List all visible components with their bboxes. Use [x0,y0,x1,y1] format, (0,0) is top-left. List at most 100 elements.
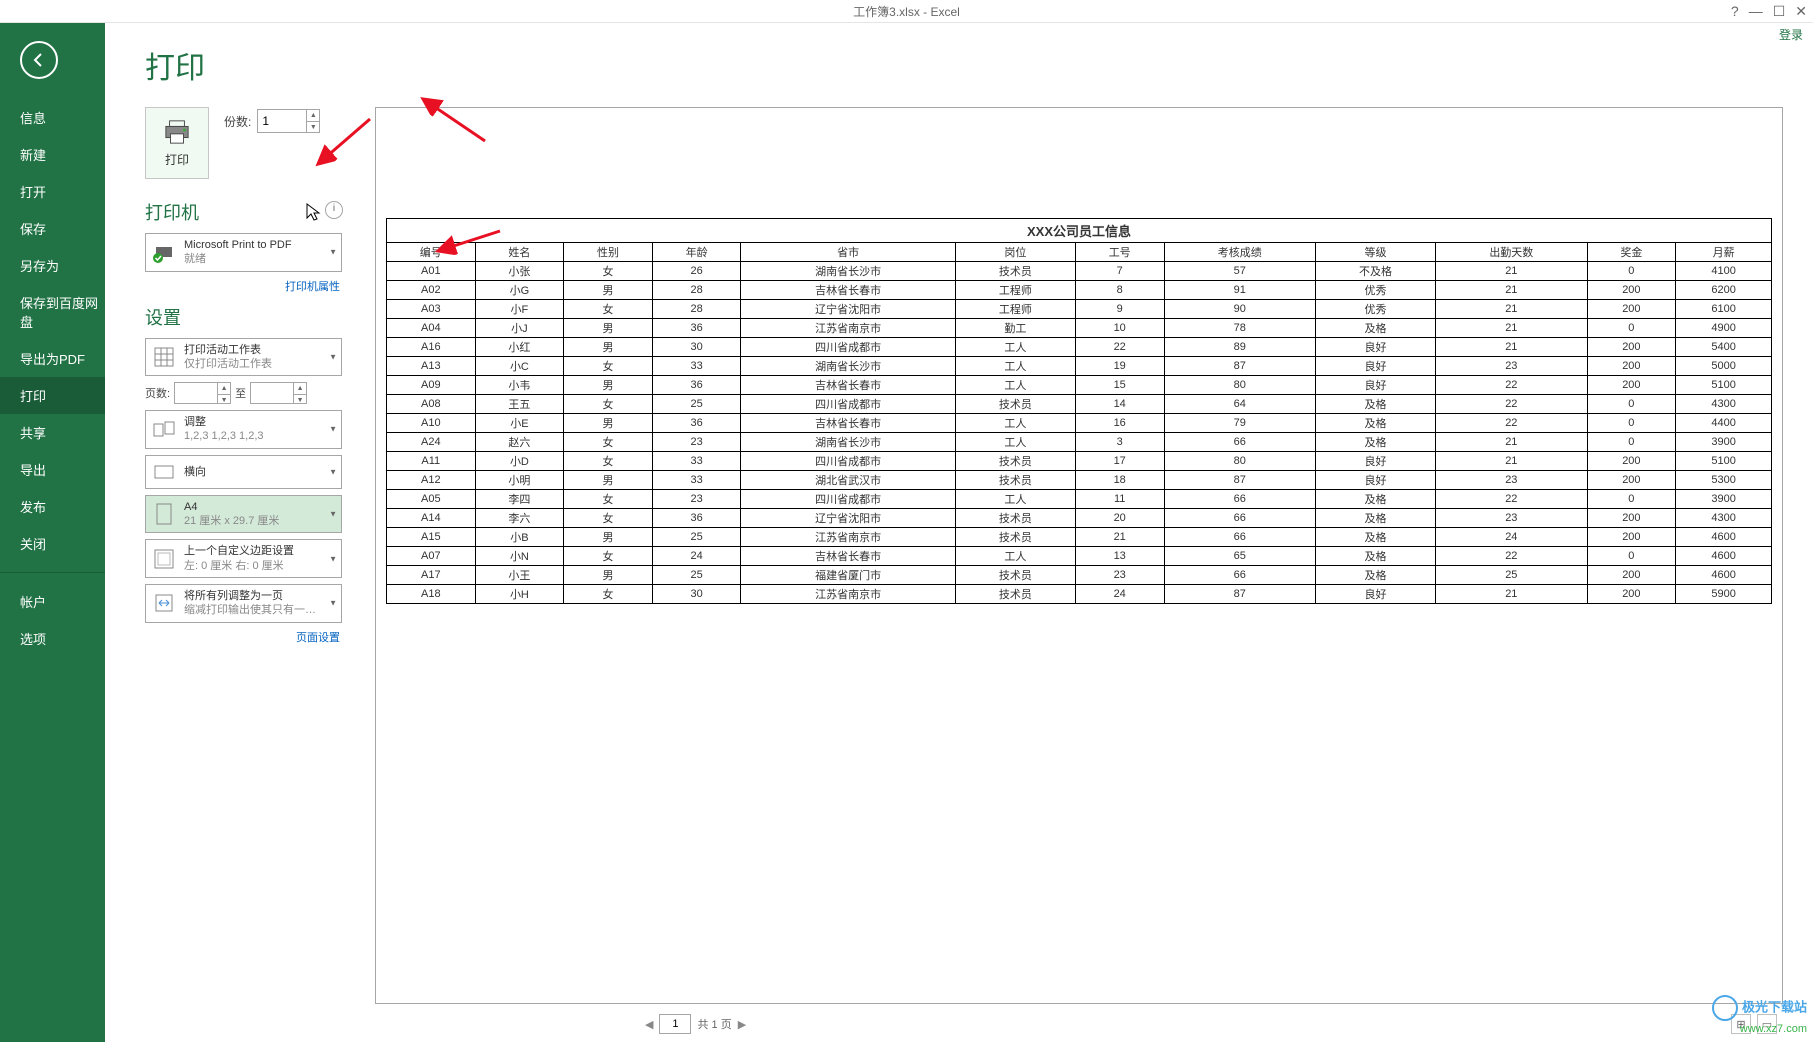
chevron-down-icon: ▼ [329,510,337,519]
chevron-down-icon: ▼ [329,248,337,257]
page-to-input[interactable] [251,383,293,403]
col-header: 出勤天数 [1436,243,1588,262]
chevron-down-icon: ▼ [329,599,337,608]
print-button[interactable]: 打印 [145,107,209,179]
next-page-button[interactable]: ▶ [738,1018,746,1031]
table-row: A12小明男33湖北省武汉市技术员1887良好232005300 [387,471,1772,490]
table-row: A10小E男36吉林省长春市工人1679及格2204400 [387,414,1772,433]
table-row: A04小J男36江苏省南京市勤工1078及格2104900 [387,319,1772,338]
table-row: A15小B男25江苏省南京市技术员2166及格242004600 [387,528,1772,547]
fit-columns-icon [152,591,176,615]
col-header: 姓名 [475,243,564,262]
nav-新建[interactable]: 新建 [0,136,105,173]
col-header: 省市 [741,243,955,262]
nav-保存[interactable]: 保存 [0,210,105,247]
table-row: A11小D女33四川省成都市技术员1780良好212005100 [387,452,1772,471]
info-icon[interactable]: i [325,201,343,219]
col-header: 编号 [387,243,476,262]
collate-dropdown[interactable]: 调整1,2,3 1,2,3 1,2,3 ▼ [145,410,342,449]
titlebar: 工作簿3.xlsx - Excel ? — ☐ ✕ [0,0,1813,23]
page-from-spinner[interactable]: ▲▼ [174,382,231,404]
nav-选项[interactable]: 选项 [0,620,105,657]
table-row: A17小王男25福建省厦门市技术员2366及格252004600 [387,566,1772,585]
col-header: 岗位 [955,243,1075,262]
print-button-label: 打印 [165,151,189,168]
nav-另存为[interactable]: 另存为 [0,247,105,284]
collate-icon [152,417,176,441]
spin-down-icon[interactable]: ▼ [307,121,319,133]
orientation-dropdown[interactable]: 横向 ▼ [145,455,342,489]
table-row: A09小韦男36吉林省长春市工人1580良好222005100 [387,376,1772,395]
page-count-label: 共 1 页 [697,1016,731,1032]
backstage-sidebar: 信息新建打开保存另存为保存到百度网盘导出为PDF打印共享导出发布关闭 帐户选项 [0,23,105,1042]
spin-up-icon[interactable]: ▲ [307,110,319,121]
sheet-title: XXX公司员工信息 [386,218,1772,242]
nav-打开[interactable]: 打开 [0,173,105,210]
nav-共享[interactable]: 共享 [0,414,105,451]
watermark: 极光下载站 www.xz7.com [1712,995,1807,1035]
watermark-logo-icon [1712,995,1738,1021]
printer-dropdown[interactable]: Microsoft Print to PDF 就绪 ▼ [145,233,342,272]
paper-size-dropdown[interactable]: A421 厘米 x 29.7 厘米 ▼ [145,495,342,534]
col-header: 年龄 [652,243,741,262]
preview-table: 编号姓名性别年龄省市岗位工号考核成绩等级出勤天数奖金月薪 A01小张女26湖南省… [386,242,1772,604]
print-backstage: 打印 打印 份数: ▲▼ [105,23,1813,1042]
pages-range: 页数: ▲▼ 至 ▲▼ [145,382,355,404]
help-icon[interactable]: ? [1731,3,1739,19]
nav-帐户[interactable]: 帐户 [0,583,105,620]
printer-properties-link[interactable]: 打印机属性 [285,281,340,293]
chevron-down-icon: ▼ [329,554,337,563]
file-title: 工作簿3.xlsx - Excel [853,3,960,20]
pager: ◀ 共 1 页 ▶ [375,1010,1783,1042]
printer-icon [162,119,192,145]
table-row: A13小C女33湖南省长沙市工人1987良好232005000 [387,357,1772,376]
sheet-icon [152,345,176,369]
col-header: 性别 [564,243,653,262]
page-to-spinner[interactable]: ▲▼ [250,382,307,404]
print-preview: XXX公司员工信息 编号姓名性别年龄省市岗位工号考核成绩等级出勤天数奖金月薪 A… [375,107,1783,1004]
nav-信息[interactable]: 信息 [0,99,105,136]
chevron-down-icon: ▼ [329,467,337,476]
col-header: 月薪 [1676,243,1772,262]
copies-label: 份数: [224,113,251,130]
margins-dropdown[interactable]: 上一个自定义边距设置左: 0 厘米 右: 0 厘米 ▼ [145,539,342,578]
col-header: 工号 [1075,243,1164,262]
printer-ready-icon [152,240,176,264]
page-icon [152,502,176,526]
col-header: 奖金 [1587,243,1676,262]
printer-section-title: 打印机 i [145,199,355,225]
nav-发布[interactable]: 发布 [0,488,105,525]
col-header: 考核成绩 [1164,243,1316,262]
back-button[interactable] [20,41,58,79]
chevron-down-icon: ▼ [329,352,337,361]
maximize-icon[interactable]: ☐ [1773,3,1786,20]
settings-section-title: 设置 [145,304,355,330]
minimize-icon[interactable]: — [1749,3,1763,19]
nav-打印[interactable]: 打印 [0,377,105,414]
table-row: A01小张女26湖南省长沙市技术员757不及格2104100 [387,262,1772,281]
page-from-input[interactable] [175,383,217,403]
chevron-down-icon: ▼ [329,425,337,434]
close-icon[interactable]: ✕ [1795,3,1807,20]
table-row: A05李四女23四川省成都市工人1166及格2203900 [387,490,1772,509]
copies-input[interactable] [258,110,306,132]
table-row: A18小H女30江苏省南京市技术员2487良好212005900 [387,585,1772,604]
nav-导出为PDF[interactable]: 导出为PDF [0,340,105,377]
nav-关闭[interactable]: 关闭 [0,525,105,562]
nav-保存到百度网盘[interactable]: 保存到百度网盘 [0,284,105,340]
page-setup-link[interactable]: 页面设置 [296,632,340,644]
margins-icon [152,547,176,571]
table-row: A02小G男28吉林省长春市工程师891优秀212006200 [387,281,1772,300]
scaling-dropdown[interactable]: 将所有列调整为一页缩减打印输出使其只有一… ▼ [145,584,342,623]
page-title: 打印 [145,43,1783,87]
landscape-icon [152,460,176,484]
prev-page-button[interactable]: ◀ [645,1018,653,1031]
table-row: A24赵六女23湖南省长沙市工人366及格2103900 [387,433,1772,452]
print-what-dropdown[interactable]: 打印活动工作表仅打印活动工作表 ▼ [145,338,342,377]
printer-status: 就绪 [184,252,292,266]
table-row: A03小F女28辽宁省沈阳市工程师990优秀212006100 [387,300,1772,319]
table-row: A16小红男30四川省成都市工人2289良好212005400 [387,338,1772,357]
copies-spinner[interactable]: ▲▼ [257,109,320,133]
nav-导出[interactable]: 导出 [0,451,105,488]
current-page-input[interactable] [659,1014,691,1034]
